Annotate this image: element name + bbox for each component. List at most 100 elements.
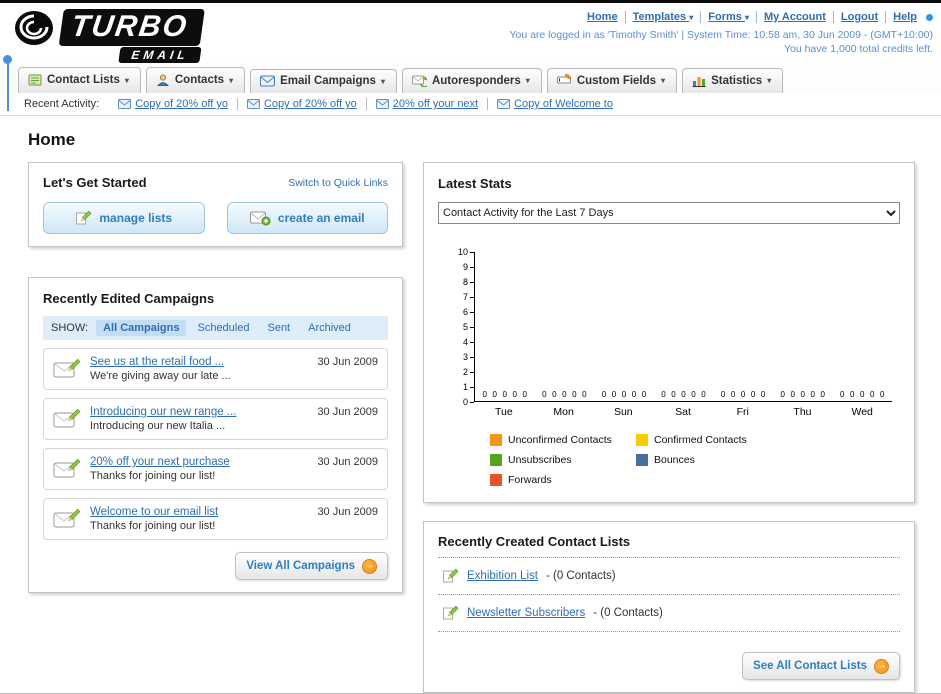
- x-axis-label: Fri: [736, 406, 749, 418]
- chevron-down-icon: ▾: [689, 13, 694, 22]
- campaign-row: 20% off your next purchase Thanks for jo…: [43, 448, 388, 490]
- page-title: Home: [28, 130, 76, 149]
- recent-activity-item[interactable]: Copy of Welcome to: [488, 98, 622, 110]
- recent-activity-item[interactable]: Copy of 20% off yo: [238, 98, 367, 110]
- bar-value-label: 0: [800, 390, 805, 399]
- campaign-title-link[interactable]: See us at the retail food ...: [90, 356, 308, 368]
- switch-quick-links-link[interactable]: Switch to Quick Links: [288, 177, 388, 189]
- legend-item: Unconfirmed Contacts: [490, 434, 636, 446]
- legend-label: Forwards: [508, 474, 552, 486]
- envelope-plus-icon: [249, 211, 271, 226]
- bar-value-label: 0: [720, 390, 726, 399]
- bar-value-label: 0: [760, 390, 766, 399]
- tab-contacts[interactable]: Contacts ▾: [145, 67, 246, 93]
- tab-email-campaigns[interactable]: Email Campaigns ▾: [250, 69, 397, 93]
- tab-label: Contact Lists: [47, 74, 120, 86]
- logo-swirl-icon: [15, 11, 53, 45]
- bar-value-label: 0: [820, 390, 825, 399]
- recently-created-contact-lists-panel: Recently Created Contact Lists Exhibitio…: [423, 521, 915, 693]
- header: TURBO EMAIL Home Templates ▾ Forms ▾ My Acc…: [0, 3, 941, 63]
- app-logo[interactable]: TURBO EMAIL: [14, 7, 205, 63]
- top-nav: Home Templates ▾ Forms ▾ My Account Logout He…: [509, 11, 933, 23]
- get-started-panel: Let's Get Started Switch to Quick Links …: [28, 162, 403, 247]
- top-link-templates[interactable]: Templates ▾: [625, 11, 702, 23]
- filter-all-campaigns[interactable]: All Campaigns: [96, 320, 187, 336]
- top-link-forms[interactable]: Forms ▾: [701, 11, 757, 23]
- campaign-subtitle: Introducing our new Italia ...: [90, 420, 226, 432]
- campaigns-panel-title: Recently Edited Campaigns: [43, 291, 215, 306]
- recent-activity-item[interactable]: 20% off your next: [367, 98, 489, 110]
- tab-statistics[interactable]: Statistics ▾: [682, 68, 784, 93]
- main-nav: Contact Lists ▾ Contacts ▾ Email Campaig…: [0, 63, 941, 93]
- chart-x-labels: Tue Mon Sun Sat Fri Thu Wed: [474, 406, 892, 418]
- tab-autoresponders[interactable]: Autoresponders ▾: [401, 68, 542, 93]
- contact-activity-chart: 10 9 8 7 6 5 4 3 2 1 0 000000000000000000000000000…: [438, 247, 900, 418]
- top-link-logout[interactable]: Logout: [833, 11, 887, 23]
- email-campaigns-icon: [260, 75, 276, 87]
- bar-value-label: 0: [502, 390, 507, 399]
- contact-list-link[interactable]: Newsletter Subscribers: [467, 607, 585, 619]
- legend-swatch: [636, 434, 648, 446]
- arrow-right-icon: →: [362, 558, 377, 574]
- left-column: Let's Get Started Switch to Quick Links …: [28, 162, 403, 593]
- bar-value-label: 0: [870, 390, 875, 399]
- right-column: Latest Stats Contact Activity for the La…: [423, 162, 915, 693]
- page: TURBO EMAIL Home Templates ▾ Forms ▾ My Acc…: [0, 0, 941, 694]
- see-all-contact-lists-button[interactable]: See All Contact Lists →: [742, 652, 900, 680]
- tab-contact-lists[interactable]: Contact Lists ▾: [18, 67, 141, 93]
- campaign-date: 30 Jun 2009: [317, 456, 378, 468]
- arrow-right-icon: →: [874, 658, 889, 674]
- campaign-title-link[interactable]: Welcome to our email list: [90, 506, 308, 518]
- filter-archived[interactable]: Archived: [301, 320, 358, 336]
- legend-swatch: [490, 474, 502, 486]
- tab-label: Email Campaigns: [280, 75, 376, 87]
- bar-value-label: 0: [810, 390, 815, 399]
- decor-help-dot: [926, 13, 933, 21]
- manage-lists-button[interactable]: manage lists: [43, 202, 205, 234]
- x-axis-label: Mon: [553, 406, 574, 418]
- campaign-edit-icon: [53, 508, 81, 528]
- bar-group: 00000: [475, 390, 535, 401]
- bar-value-label: 0: [631, 390, 637, 399]
- campaign-title-link[interactable]: 20% off your next purchase: [90, 456, 308, 468]
- recent-activity-item[interactable]: Copy of 20% off yo: [109, 98, 238, 110]
- top-link-my-account[interactable]: My Account: [756, 11, 834, 23]
- bar-value-label: 0: [552, 390, 557, 399]
- filter-scheduled[interactable]: Scheduled: [190, 320, 256, 336]
- login-info: You are logged in as 'Timothy Smith' | S…: [509, 29, 933, 41]
- campaign-date: 30 Jun 2009: [317, 356, 378, 368]
- top-link-home[interactable]: Home: [580, 11, 626, 23]
- content: Home Let's Get Started Switch to Quick L…: [0, 116, 941, 693]
- filter-sent[interactable]: Sent: [260, 320, 297, 336]
- legend-item: Bounces: [636, 454, 782, 466]
- chevron-down-icon: ▾: [661, 76, 666, 85]
- show-label: SHOW:: [51, 322, 89, 334]
- bar-group: 00000: [832, 390, 892, 401]
- bar-value-label: 0: [740, 390, 746, 399]
- campaign-subtitle: We're giving away our late ...: [90, 370, 231, 382]
- bar-value-label: 0: [601, 390, 607, 399]
- campaign-title-link[interactable]: Introducing our new range ...: [90, 406, 308, 418]
- chart-legend: Unconfirmed Contacts Confirmed Contacts Un…: [490, 434, 900, 486]
- contact-list-link[interactable]: Exhibition List: [467, 570, 538, 582]
- top-link-help[interactable]: Help: [886, 11, 924, 23]
- chevron-down-icon: ▾: [380, 76, 385, 86]
- tab-custom-fields[interactable]: Custom Fields ▾: [546, 68, 678, 93]
- bar-value-label: 0: [492, 390, 497, 399]
- chevron-down-icon: ▾: [229, 75, 234, 85]
- stats-activity-select[interactable]: Contact Activity for the Last 7 Days: [438, 202, 900, 224]
- contacts-icon: [156, 74, 169, 86]
- x-axis-label: Sun: [613, 406, 633, 418]
- create-email-button[interactable]: create an email: [226, 202, 388, 234]
- legend-item: Confirmed Contacts: [636, 434, 782, 446]
- envelope-icon: [246, 99, 260, 109]
- contact-list-item: Exhibition List - (0 Contacts): [438, 558, 900, 595]
- view-all-campaigns-button[interactable]: View All Campaigns →: [235, 552, 388, 580]
- contact-lists-panel-title: Recently Created Contact Lists: [438, 534, 900, 558]
- chart-y-axis: 10 9 8 7 6 5 4 3 2 1 0: [452, 247, 474, 407]
- bar-value-label: 0: [482, 390, 487, 399]
- header-right: Home Templates ▾ Forms ▾ My Account Logout He…: [509, 7, 933, 61]
- contact-lists-icon: [28, 74, 42, 86]
- campaign-date: 30 Jun 2009: [317, 406, 378, 418]
- bar-value-label: 0: [730, 390, 736, 399]
